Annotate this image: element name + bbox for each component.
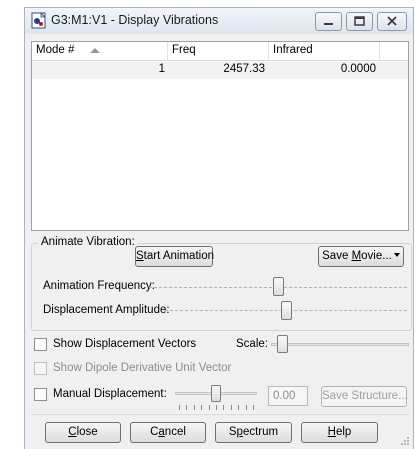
slider-tick xyxy=(230,405,232,410)
resize-grip-icon[interactable] xyxy=(400,436,410,446)
window-controls xyxy=(315,12,407,31)
manual-displacement-checkbox[interactable] xyxy=(34,388,47,401)
display-vibrations-window: G3:M1:V1 - Display Vibrations Mode # Fre… xyxy=(24,7,414,449)
save-movie-label: Save xyxy=(322,250,352,262)
slider-tick xyxy=(193,405,195,410)
start-animation-label-rest: tart Animation xyxy=(143,250,214,262)
modes-table[interactable]: Mode # Freq Infrared 1 2457.33 0.0000 xyxy=(31,41,409,231)
close-window-button[interactable] xyxy=(377,12,407,31)
slider-tick xyxy=(186,405,188,410)
maximize-button[interactable] xyxy=(346,12,373,31)
slider-tick xyxy=(201,405,203,410)
show-displacement-vectors-label: Show Displacement Vectors xyxy=(53,338,197,350)
manual-displacement-value-field[interactable]: 0.00 xyxy=(268,386,308,406)
sort-ascending-icon xyxy=(90,48,100,53)
start-animation-accelerator: S xyxy=(136,250,144,262)
dropdown-arrow-icon xyxy=(393,253,400,257)
column-divider[interactable] xyxy=(379,42,380,61)
slider-tick xyxy=(245,405,247,410)
help-button[interactable]: Help xyxy=(301,422,378,443)
displacement-amplitude-label: Displacement Amplitude: xyxy=(43,304,170,316)
table-row[interactable]: 1 2457.33 0.0000 xyxy=(32,62,408,79)
slider-tick xyxy=(223,405,225,410)
start-animation-button[interactable]: Start Animation xyxy=(135,246,214,267)
show-displacement-vectors-checkbox[interactable] xyxy=(34,338,47,351)
cell-freq: 2457.33 xyxy=(223,63,265,75)
cell-mode: 1 xyxy=(158,63,165,75)
spectrum-button-label: S xyxy=(228,426,237,438)
cancel-button-label-rest: ncel xyxy=(164,426,186,438)
separator xyxy=(31,414,409,415)
close-icon xyxy=(387,16,397,26)
gaussview-app-icon xyxy=(31,12,46,29)
save-movie-label-rest: ovie... xyxy=(361,250,392,262)
spectrum-button-label-rest: ectrum xyxy=(242,426,279,438)
slider-tick xyxy=(208,405,210,410)
close-button-accelerator: C xyxy=(68,426,77,438)
manual-displacement-ticks xyxy=(175,405,257,411)
show-dipole-derivative-checkbox[interactable] xyxy=(34,362,47,375)
column-header-freq[interactable]: Freq xyxy=(172,44,196,56)
slider-tick xyxy=(238,405,240,410)
save-movie-button[interactable]: Save Movie... xyxy=(318,246,404,267)
column-divider[interactable] xyxy=(268,42,269,61)
spectrum-button[interactable]: Spectrum xyxy=(215,422,292,443)
slider-tick xyxy=(179,405,180,410)
displacement-amplitude-slider-thumb[interactable] xyxy=(280,301,292,320)
cancel-button[interactable]: Cancel xyxy=(130,422,206,443)
scale-label: Scale: xyxy=(236,338,268,350)
save-structure-button[interactable]: Save Structure... xyxy=(321,386,408,407)
slider-tick xyxy=(216,405,217,410)
help-button-label-rest: elp xyxy=(335,426,352,438)
table-header: Mode # Freq Infrared xyxy=(32,42,408,61)
close-button-label-rest: lose xyxy=(76,426,98,438)
minimize-button[interactable] xyxy=(315,12,342,31)
column-divider[interactable] xyxy=(167,42,168,61)
animation-frequency-label: Animation Frequency: xyxy=(43,280,155,292)
help-button-accelerator: H xyxy=(327,426,336,438)
slider-tick xyxy=(253,405,254,410)
column-header-mode[interactable]: Mode # xyxy=(36,44,74,56)
title-bar[interactable]: G3:M1:V1 - Display Vibrations xyxy=(25,8,413,34)
column-header-infrared[interactable]: Infrared xyxy=(273,44,313,56)
manual-displacement-slider-thumb[interactable] xyxy=(211,385,221,402)
animate-vibration-label: Animate Vibration: xyxy=(38,236,138,248)
maximize-icon xyxy=(354,16,365,26)
show-dipole-derivative-label: Show Dipole Derivative Unit Vector xyxy=(53,362,232,374)
manual-displacement-label: Manual Displacement: xyxy=(53,388,167,400)
animation-frequency-slider-thumb[interactable] xyxy=(272,277,284,296)
minimize-icon xyxy=(324,23,333,25)
close-button[interactable]: Close xyxy=(45,422,121,443)
save-movie-accelerator: M xyxy=(351,250,362,262)
window-title: G3:M1:V1 - Display Vibrations xyxy=(51,13,219,27)
cell-infrared: 0.0000 xyxy=(340,63,376,75)
scale-track[interactable] xyxy=(271,343,409,346)
scale-slider-thumb[interactable] xyxy=(277,335,289,353)
